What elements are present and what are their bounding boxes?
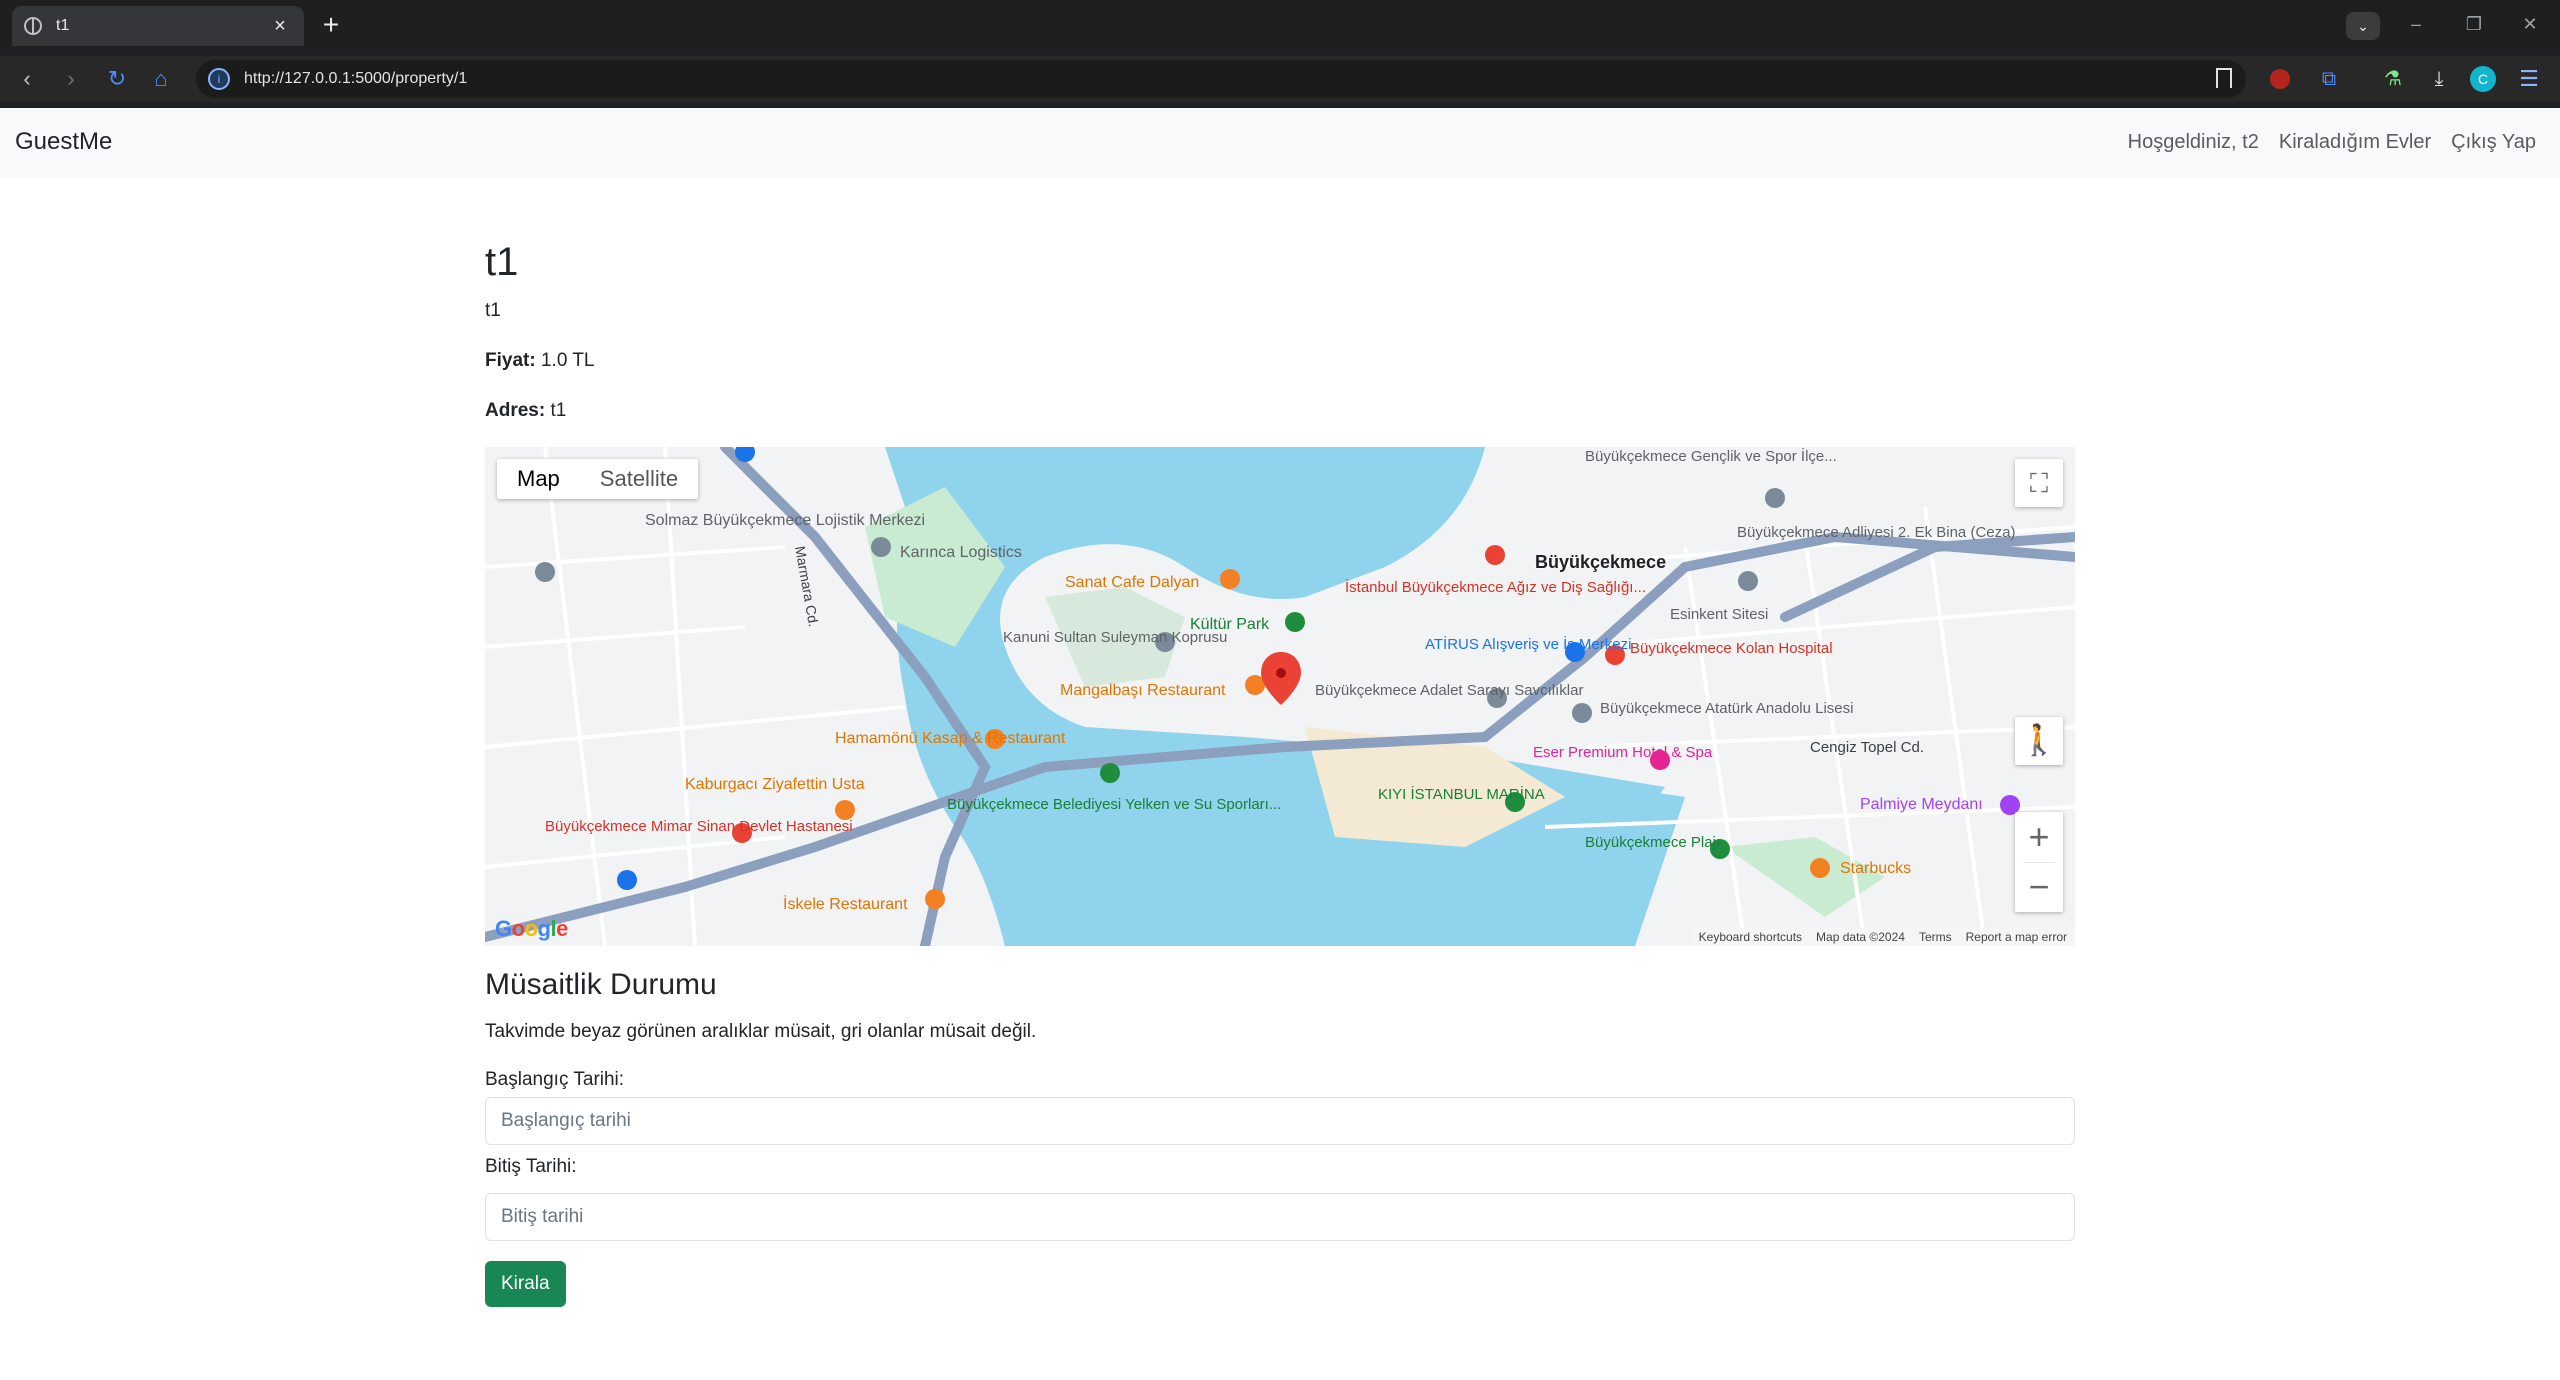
fullscreen-icon[interactable]: ⛶ bbox=[2015, 459, 2063, 507]
svg-text:Büyükçekmece Gençlik ve Spor İ: Büyükçekmece Gençlik ve Spor İlçe... bbox=[1585, 447, 1837, 465]
svg-text:Büyükçekmece Adliyesi 2. Ek Bi: Büyükçekmece Adliyesi 2. Ek Bina (Ceza) bbox=[1737, 524, 2015, 541]
end-date-input[interactable]: Bitiş tarihi bbox=[485, 1193, 2075, 1241]
lab-flask-icon[interactable]: ⚗ bbox=[2380, 66, 2406, 92]
svg-text:İstanbul Büyükçekmece Ağız ve: İstanbul Büyükçekmece Ağız ve Diş Sağlığ… bbox=[1345, 578, 1646, 596]
zoom-out-button[interactable]: − bbox=[2015, 862, 2063, 912]
svg-text:Kaburgacı Ziyafettin Usta: Kaburgacı Ziyafettin Usta bbox=[685, 776, 865, 793]
minimize-icon[interactable]: – bbox=[2396, 8, 2436, 40]
svg-text:Eser Premium Hotel & Spa: Eser Premium Hotel & Spa bbox=[1533, 744, 1713, 761]
svg-text:Cengiz Topel Cd.: Cengiz Topel Cd. bbox=[1810, 739, 1924, 756]
download-icon[interactable]: ⤓ bbox=[2426, 66, 2452, 92]
rent-button[interactable]: Kirala bbox=[485, 1261, 566, 1307]
price-label: Fiyat: bbox=[485, 350, 536, 371]
svg-text:Mangalbaşı Restaurant: Mangalbaşı Restaurant bbox=[1060, 682, 1226, 699]
tab-strip: t1 × + ⌄ – ❐ ✕ bbox=[0, 0, 2560, 50]
property-description: t1 bbox=[485, 300, 501, 321]
map-canvas[interactable]: Solmaz Büyükçekmece Lojistik Merkezi Kar… bbox=[485, 447, 2075, 946]
start-date-label: Başlangıç Tarihi: bbox=[485, 1069, 625, 1090]
zoom-divider bbox=[2023, 862, 2055, 863]
zoom-in-button[interactable]: + bbox=[2015, 812, 2063, 862]
map-type-satellite-button[interactable]: Satellite bbox=[580, 459, 698, 499]
forward-icon[interactable]: › bbox=[56, 64, 86, 94]
browser-chrome: t1 × + ⌄ – ❐ ✕ ‹ › ↻ ⌂ i http://127.0.0.… bbox=[0, 0, 2560, 108]
report-map-error-link[interactable]: Report a map error bbox=[1966, 928, 2067, 946]
restore-icon[interactable]: ❐ bbox=[2454, 8, 2494, 40]
svg-text:KIYI İSTANBUL MARİNA: KIYI İSTANBUL MARİNA bbox=[1378, 785, 1545, 803]
availability-text: Takvimde beyaz görünen aralıklar müsait,… bbox=[485, 1021, 1037, 1042]
close-tab-icon[interactable]: × bbox=[268, 15, 292, 38]
availability-title: Müsaitlik Durumu bbox=[485, 968, 717, 1001]
google-map[interactable]: Solmaz Büyükçekmece Lojistik Merkezi Kar… bbox=[485, 447, 2075, 946]
svg-text:Starbucks: Starbucks bbox=[1840, 860, 1911, 877]
extensions-puzzle-icon[interactable]: ⧉ bbox=[2316, 66, 2342, 92]
menu-icon[interactable]: ☰ bbox=[2516, 66, 2542, 92]
svg-text:Büyükçekmece: Büyükçekmece bbox=[1535, 552, 1666, 572]
svg-text:Büyükçekmece Atatürk Anadolu L: Büyükçekmece Atatürk Anadolu Lisesi bbox=[1600, 700, 1853, 717]
nav-links: Hoşgeldiniz, t2 Kiraladığım Evler Çıkış … bbox=[2128, 131, 2536, 154]
svg-text:Palmiye Meydanı: Palmiye Meydanı bbox=[1860, 796, 1983, 813]
svg-text:Büyükçekmece Kolan Hospital: Büyükçekmece Kolan Hospital bbox=[1630, 640, 1833, 657]
browser-toolbar: ‹ › ↻ ⌂ i http://127.0.0.1:5000/property… bbox=[0, 56, 2560, 102]
zoom-control: + − bbox=[2015, 812, 2063, 912]
svg-text:Hamamönü Kasap & Restaurant: Hamamönü Kasap & Restaurant bbox=[835, 730, 1066, 747]
start-date-input[interactable]: Başlangıç tarihi bbox=[485, 1097, 2075, 1145]
svg-text:Solmaz Büyükçekmece Lojistik M: Solmaz Büyükçekmece Lojistik Merkezi bbox=[645, 512, 925, 529]
svg-text:Büyükçekmece Adalet Sarayı Sav: Büyükçekmece Adalet Sarayı Savcılıklar bbox=[1315, 682, 1583, 699]
reload-icon[interactable]: ↻ bbox=[102, 64, 132, 94]
browser-tab[interactable]: t1 × bbox=[12, 6, 304, 46]
site-navbar: GuestMe Hoşgeldiniz, t2 Kiraladığım Evle… bbox=[0, 108, 2560, 178]
map-type-control: Map Satellite bbox=[497, 459, 699, 499]
google-logo: Google bbox=[495, 916, 568, 941]
svg-text:Büyükçekmece Plajı: Büyükçekmece Plajı bbox=[1585, 834, 1720, 851]
terms-link[interactable]: Terms bbox=[1919, 928, 1952, 946]
svg-text:Esinkent Sitesi: Esinkent Sitesi bbox=[1670, 606, 1768, 623]
url-text: http://127.0.0.1:5000/property/1 bbox=[244, 70, 468, 87]
address-value: t1 bbox=[550, 400, 567, 421]
svg-text:Büyükçekmece Belediyesi Yelken: Büyükçekmece Belediyesi Yelken ve Su Spo… bbox=[947, 796, 1281, 813]
property-title: t1 bbox=[485, 240, 519, 284]
svg-text:Büyükçekmece Mimar Sinan Devle: Büyükçekmece Mimar Sinan Devlet Hastanes… bbox=[545, 818, 853, 835]
site-info-icon[interactable]: i bbox=[208, 68, 230, 90]
address-label: Adres: bbox=[485, 400, 546, 421]
close-window-icon[interactable]: ✕ bbox=[2510, 8, 2550, 40]
street-view-pegman-icon[interactable]: 🚶 bbox=[2015, 717, 2063, 765]
svg-text:Karınca Logistics: Karınca Logistics bbox=[900, 544, 1022, 561]
bookmark-icon[interactable] bbox=[2216, 68, 2232, 88]
brand-link[interactable]: GuestMe bbox=[15, 128, 112, 156]
svg-text:Sanat Cafe Dalyan: Sanat Cafe Dalyan bbox=[1065, 574, 1199, 591]
tab-search-button[interactable]: ⌄ bbox=[2346, 12, 2380, 40]
map-data-text: Map data ©2024 bbox=[1816, 930, 1905, 944]
svg-text:Kanuni Sultan Suleyman Koprusu: Kanuni Sultan Suleyman Koprusu bbox=[1003, 629, 1227, 646]
price-row: Fiyat: 1.0 TL bbox=[485, 350, 595, 372]
globe-icon bbox=[24, 17, 42, 35]
address-bar[interactable]: i http://127.0.0.1:5000/property/1 bbox=[196, 60, 2246, 98]
nav-welcome[interactable]: Hoşgeldiniz, t2 bbox=[2128, 131, 2259, 154]
nav-logout[interactable]: Çıkış Yap bbox=[2451, 131, 2536, 154]
svg-text:ATİRUS Alışveriş ve İş Merkezi: ATİRUS Alışveriş ve İş Merkezi bbox=[1425, 635, 1631, 653]
keyboard-shortcuts-link[interactable]: Keyboard shortcuts bbox=[1699, 928, 1802, 946]
address-row: Adres: t1 bbox=[485, 400, 566, 422]
svg-text:İskele Restaurant: İskele Restaurant bbox=[783, 894, 908, 913]
back-icon[interactable]: ‹ bbox=[12, 64, 42, 94]
tab-title: t1 bbox=[56, 17, 70, 34]
extension-block-icon[interactable] bbox=[2270, 69, 2290, 89]
map-attribution: Keyboard shortcuts Map data ©2024 Terms … bbox=[1690, 928, 2075, 946]
price-value: 1.0 TL bbox=[540, 350, 595, 371]
nav-my-rentals[interactable]: Kiraladığım Evler bbox=[2279, 131, 2431, 154]
profile-avatar[interactable]: C bbox=[2470, 66, 2496, 92]
new-tab-button[interactable]: + bbox=[316, 11, 346, 42]
end-date-label: Bitiş Tarihi: bbox=[485, 1156, 577, 1177]
home-icon[interactable]: ⌂ bbox=[146, 64, 176, 94]
map-type-map-button[interactable]: Map bbox=[497, 459, 580, 499]
